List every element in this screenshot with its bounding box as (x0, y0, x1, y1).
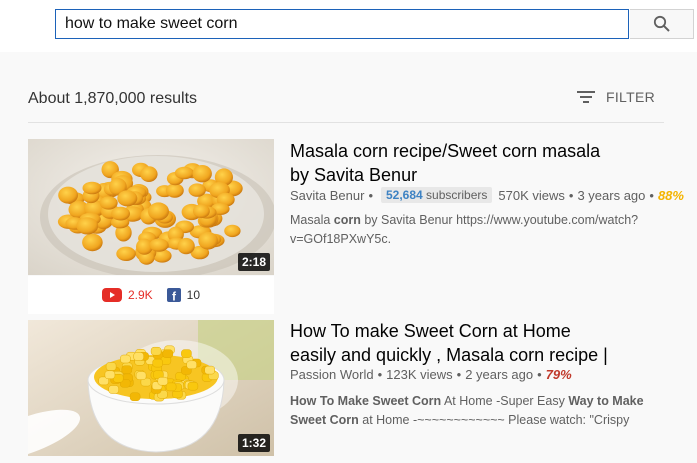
subscriber-label: subscribers (426, 188, 488, 202)
desc-text: Masala (290, 213, 334, 227)
corn-kernel (204, 365, 215, 375)
subscriber-badge: 52,684 subscribers (381, 187, 493, 203)
upload-age: 3 years ago (577, 187, 646, 203)
filter-icon (577, 91, 595, 103)
desc-text: At Home -Super Easy (441, 394, 569, 408)
corn-kernel (58, 186, 78, 204)
corn-kernel (152, 358, 163, 368)
corn-kernel (177, 237, 195, 255)
video-thumbnail-1[interactable]: 2:18 (28, 139, 274, 275)
video-title-1[interactable]: Masala corn recipe/Sweet corn masala by … (290, 139, 620, 187)
corn-kernel (224, 224, 241, 238)
desc-highlight: corn (333, 213, 361, 227)
top-bar (0, 0, 697, 52)
corn-kernel (82, 181, 102, 195)
corn-kernel (187, 381, 199, 391)
corn-kernel (148, 202, 169, 221)
corn-kernel (135, 371, 147, 380)
upload-age: 2 years ago (465, 367, 534, 382)
corn-kernel (120, 354, 131, 364)
facebook-icon: f (166, 288, 181, 302)
rating: 79% (545, 367, 572, 382)
video-thumbnail-2[interactable]: 1:32 (28, 320, 274, 456)
corn-kernel (165, 183, 184, 198)
share-bar: 2.9K f 10 (28, 276, 274, 314)
filter-button[interactable]: FILTER (576, 89, 655, 105)
view-count: 570K views (498, 187, 565, 203)
corn-kernel (192, 165, 212, 183)
results-count: About 1,870,000 results (28, 90, 198, 107)
corn-kernel (99, 196, 118, 210)
video-description-1: Masala corn by Savita Benur https://www.… (290, 211, 670, 249)
corn-kernel (140, 166, 158, 182)
corn-kernel (181, 349, 192, 358)
search-button[interactable] (630, 9, 694, 39)
corn-kernel (108, 385, 119, 394)
corn-kernel (104, 370, 116, 380)
video-duration: 2:18 (237, 253, 270, 271)
search-icon (653, 15, 670, 32)
rating: 88% (657, 187, 684, 203)
corn-kernel (162, 349, 174, 358)
corn-kernel (174, 166, 194, 180)
corn-kernel (186, 360, 197, 370)
corn-kernel (133, 352, 144, 361)
corn-kernel (117, 190, 138, 207)
youtube-share-count: 2.9K (127, 288, 153, 302)
corn-kernel (76, 217, 99, 235)
corn-kernel (111, 206, 130, 221)
corn-kernel (150, 346, 162, 356)
search-input[interactable] (55, 9, 629, 39)
channel-name[interactable]: Savita Benur (290, 188, 364, 203)
view-count: 123K views (386, 367, 453, 382)
corn-kernel (157, 376, 169, 386)
divider (28, 122, 664, 123)
corn-kernel (82, 233, 103, 252)
subscriber-count: 52,684 (386, 188, 423, 202)
video-meta-2: Passion World • 123K views • 2 years ago… (290, 367, 572, 382)
video-title-2[interactable]: How To make Sweet Corn at Home easily an… (290, 319, 620, 367)
desc-highlight: How To Make Sweet Corn (290, 394, 442, 408)
corn-kernel (149, 238, 169, 252)
video-description-2: How To Make Sweet Corn At Home -Super Ea… (290, 392, 670, 430)
facebook-share-count: 10 (186, 288, 201, 302)
video-meta-1: Savita Benur • 52,684 subscribers 570K v… (290, 187, 684, 203)
corn-kernel (188, 183, 206, 197)
corn-kernel (105, 362, 117, 371)
filter-label: FILTER (606, 89, 655, 105)
corn-kernel (129, 392, 141, 401)
channel-name[interactable]: Passion World (290, 367, 374, 382)
desc-text: at Home -~~~~~~~~~~~~ Please watch: "Cri… (358, 413, 630, 427)
corn-kernel (193, 204, 210, 219)
video-duration: 1:32 (237, 434, 270, 452)
youtube-icon (101, 288, 122, 302)
corn-kernel (198, 231, 218, 250)
corn-kernel (116, 246, 136, 261)
corn-kernel (121, 365, 133, 374)
